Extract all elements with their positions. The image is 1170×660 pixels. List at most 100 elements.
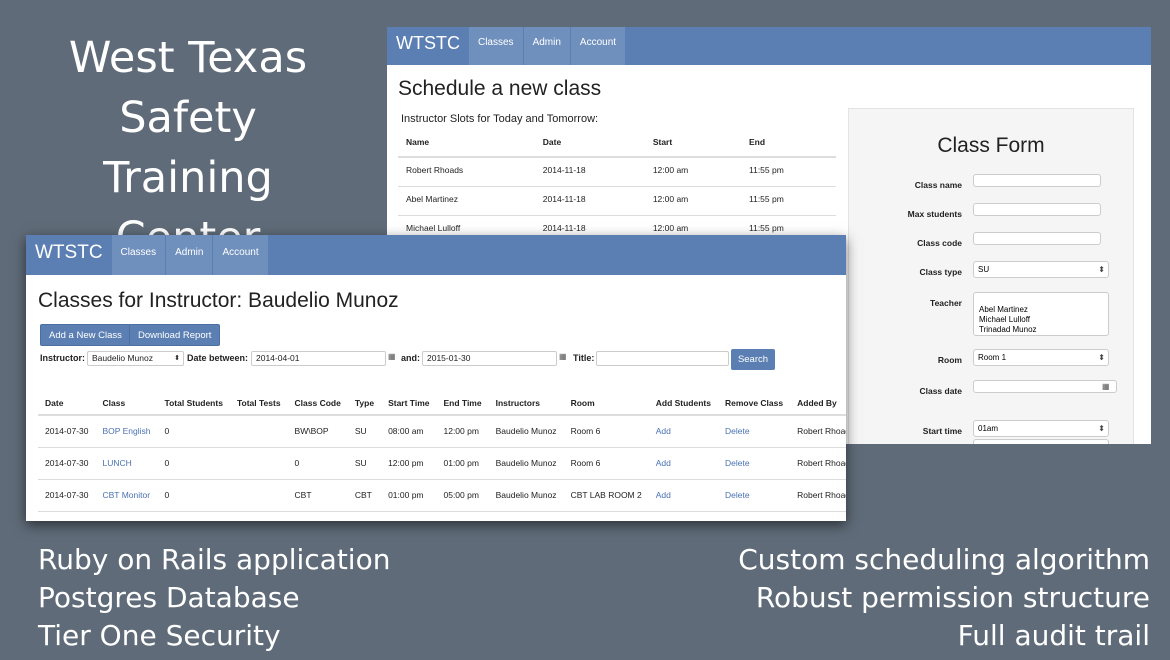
calendar-icon[interactable]: ▦ bbox=[1102, 382, 1110, 391]
column-header: Class bbox=[95, 398, 158, 416]
cell-start-time: 08:00 am bbox=[381, 415, 437, 448]
cell-end: 11:55 pm bbox=[741, 186, 836, 216]
cell-class-code: 0 bbox=[287, 447, 348, 480]
max-students-row: Max students bbox=[849, 203, 1135, 223]
features-left: Ruby on Rails application Postgres Datab… bbox=[38, 541, 390, 655]
cell-room: Room 6 bbox=[563, 447, 649, 480]
column-header: Start bbox=[644, 132, 741, 158]
delete-class-link[interactable]: Delete bbox=[717, 415, 791, 448]
cell-start-time: 12:00 pm bbox=[381, 447, 437, 480]
column-header: Date bbox=[534, 132, 645, 158]
cell-added-by: Robert Rhoads bbox=[790, 479, 846, 512]
class-name-label: Class name bbox=[914, 180, 962, 190]
start-time-row: Start time 01am 0 bbox=[849, 420, 1135, 444]
start-time-label: Start time bbox=[922, 426, 962, 436]
column-header: Total Students bbox=[157, 398, 230, 416]
teacher-multiselect[interactable]: Abel Martinez Michael Lulloff Trinadad M… bbox=[973, 292, 1109, 336]
add-students-link[interactable]: Add bbox=[648, 415, 718, 448]
feature-item: Postgres Database bbox=[38, 581, 300, 614]
brand-link[interactable]: WTSTC bbox=[387, 27, 468, 65]
add-class-button[interactable]: Add a New Class bbox=[40, 324, 131, 346]
add-students-link[interactable]: Add bbox=[648, 479, 718, 512]
max-students-input[interactable] bbox=[973, 203, 1101, 216]
cell-end-time: 01:00 pm bbox=[436, 447, 489, 480]
nav-classes[interactable]: Classes bbox=[468, 27, 523, 65]
nav-admin[interactable]: Admin bbox=[523, 27, 570, 65]
teacher-option[interactable]: Trinadad Munoz bbox=[979, 325, 1103, 335]
search-button[interactable]: Search bbox=[731, 349, 775, 370]
cell-instructors: Baudelio Munoz bbox=[488, 479, 564, 512]
start-minute-select[interactable]: 0 bbox=[973, 439, 1109, 444]
cell-type: SU bbox=[347, 415, 382, 448]
cell-date: 2014-07-30 bbox=[38, 415, 96, 448]
table-row: 2014-07-30 BOP English 0 BW\BOP SU 08:00… bbox=[38, 415, 846, 448]
teacher-option[interactable]: Michael Lulloff bbox=[979, 315, 1103, 325]
class-date-input[interactable] bbox=[973, 380, 1117, 393]
table-row: Robert Rhoads 2014-11-18 12:00 am 11:55 … bbox=[398, 157, 836, 187]
instructor-slots-table: Name Date Start End Robert Rhoads 2014-1… bbox=[398, 132, 836, 245]
cell-total-students: 0 bbox=[157, 447, 230, 480]
nav-admin[interactable]: Admin bbox=[166, 235, 213, 275]
cell-date: 2014-07-30 bbox=[38, 447, 96, 480]
teacher-option[interactable]: Abel Martinez bbox=[979, 305, 1103, 315]
cell-name: Robert Rhoads bbox=[398, 157, 535, 187]
slide-title: West Texas Safety Training Center bbox=[30, 28, 346, 268]
delete-class-link[interactable]: Delete bbox=[717, 447, 791, 480]
feature-item: Robust permission structure bbox=[755, 581, 1150, 614]
class-form-title: Class Form bbox=[937, 134, 1045, 157]
class-date-label: Class date bbox=[919, 386, 962, 396]
cell-name: Abel Martinez bbox=[398, 186, 535, 216]
class-form-panel: Class Form Class name Max students Class… bbox=[848, 108, 1134, 444]
select-arrows-icon: ⬍ bbox=[174, 355, 180, 362]
brand-link[interactable]: WTSTC bbox=[26, 235, 111, 275]
date-from-input[interactable]: 2014-04-01 bbox=[251, 351, 386, 366]
nav-account[interactable]: Account bbox=[213, 235, 268, 275]
column-header: Instructors bbox=[488, 398, 564, 416]
instructor-label: Instructor: bbox=[40, 353, 85, 363]
cell-total-tests bbox=[229, 447, 288, 480]
calendar-icon[interactable]: ▦ bbox=[559, 352, 567, 361]
page-title: Schedule a new class bbox=[398, 77, 602, 100]
title-label: Title: bbox=[573, 353, 595, 363]
slide-title-line: West Texas bbox=[68, 33, 308, 83]
slots-caption: Instructor Slots for Today and Tomorrow: bbox=[401, 113, 599, 125]
class-link[interactable]: LUNCH bbox=[95, 447, 158, 480]
feature-item: Full audit trail bbox=[957, 619, 1150, 652]
cell-total-students: 0 bbox=[157, 415, 230, 448]
title-input[interactable] bbox=[596, 351, 729, 366]
class-link[interactable]: CBT Monitor bbox=[95, 479, 158, 512]
table-row: 2014-07-30 CBT Monitor 0 CBT CBT 01:00 p… bbox=[38, 479, 846, 512]
class-type-select[interactable]: SU bbox=[973, 261, 1109, 278]
add-students-link[interactable]: Add bbox=[648, 447, 718, 480]
table-header-row: Date Class Total Students Total Tests Cl… bbox=[38, 398, 846, 416]
room-label: Room bbox=[937, 355, 962, 365]
room-select[interactable]: Room 1 bbox=[973, 349, 1109, 366]
classes-table: Date Class Total Students Total Tests Cl… bbox=[38, 398, 846, 512]
download-report-button[interactable]: Download Report bbox=[129, 324, 221, 346]
class-name-input[interactable] bbox=[973, 174, 1101, 187]
column-header: Added By bbox=[790, 398, 846, 416]
slide-title-line: Safety Training bbox=[103, 93, 273, 203]
column-header: Start Time bbox=[381, 398, 437, 416]
cell-start: 12:00 am bbox=[644, 186, 741, 216]
cell-total-students: 0 bbox=[157, 479, 230, 512]
start-hour-select[interactable]: 01am bbox=[973, 420, 1109, 437]
nav-account[interactable]: Account bbox=[570, 27, 626, 65]
date-between-label: Date between: bbox=[187, 353, 249, 363]
class-code-input[interactable] bbox=[973, 232, 1101, 245]
navbar: WTSTC Classes Admin Account bbox=[387, 27, 1151, 65]
column-header: Name bbox=[398, 132, 535, 158]
delete-class-link[interactable]: Delete bbox=[717, 479, 791, 512]
class-type-label: Class type bbox=[919, 267, 962, 277]
instructor-select[interactable]: Baudelio Munoz ⬍ bbox=[87, 351, 184, 366]
cell-date: 2014-07-30 bbox=[38, 479, 96, 512]
nav-classes[interactable]: Classes bbox=[111, 235, 166, 275]
cell-start: 12:00 am bbox=[644, 157, 741, 187]
navbar: WTSTC Classes Admin Account bbox=[26, 235, 846, 275]
class-link[interactable]: BOP English bbox=[95, 415, 158, 448]
calendar-icon[interactable]: ▦ bbox=[388, 352, 396, 361]
table-row: 2014-07-30 LUNCH 0 0 SU 12:00 pm 01:00 p… bbox=[38, 447, 846, 480]
cell-start-time: 01:00 pm bbox=[381, 479, 437, 512]
column-header: Room bbox=[563, 398, 649, 416]
date-to-input[interactable]: 2015-01-30 bbox=[422, 351, 557, 366]
